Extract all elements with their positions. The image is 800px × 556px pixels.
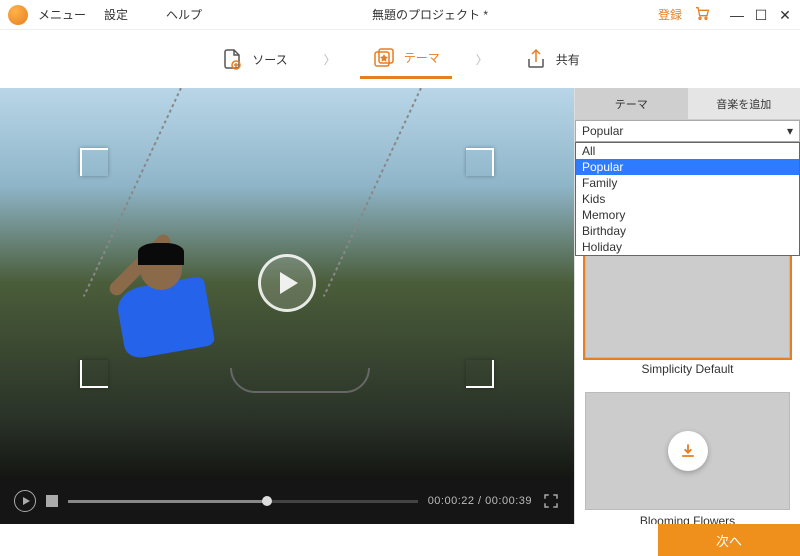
theme-caption: Blooming Flowers [585, 510, 790, 524]
player-controls: 00:00:22 / 00:00:39 [0, 478, 574, 524]
menu-menu[interactable]: メニュー [38, 6, 86, 23]
minimize-button[interactable]: — [730, 8, 744, 22]
theme-thumbnail[interactable] [585, 392, 790, 510]
step-source-label: ソース [252, 51, 287, 68]
dropdown-option[interactable]: Family [576, 175, 799, 191]
step-share-label: 共有 [556, 51, 580, 68]
step-share[interactable]: 共有 [512, 41, 592, 77]
cart-icon[interactable] [694, 5, 710, 24]
video-viewport[interactable] [0, 88, 574, 478]
source-icon [220, 47, 244, 71]
theme-icon [372, 46, 396, 70]
category-dropdown[interactable]: Popular ▾ All Popular Family Kids Memory… [575, 120, 800, 142]
theme-list: Simplicity Default Blooming Flowers [575, 240, 800, 524]
footer: 次へ [0, 524, 800, 556]
step-source[interactable]: ソース [208, 41, 299, 77]
window-title: 無題のプロジェクト * [202, 6, 658, 23]
tab-add-music[interactable]: 音楽を追加 [688, 88, 800, 120]
dropdown-option[interactable]: Birthday [576, 223, 799, 239]
app-logo [8, 5, 28, 25]
dropdown-option[interactable]: Popular [576, 159, 799, 175]
dropdown-options: All Popular Family Kids Memory Birthday … [575, 142, 800, 256]
main: 00:00:22 / 00:00:39 テーマ 音楽を追加 Popular ▾ … [0, 88, 800, 524]
menu-settings[interactable]: 設定 [104, 6, 128, 23]
chevron-down-icon: ▾ [787, 124, 793, 138]
menu-help[interactable]: ヘルプ [166, 6, 202, 23]
maximize-button[interactable]: ☐ [754, 8, 768, 22]
chevron-right-icon: 〉 [324, 51, 336, 68]
menubar: メニュー 設定 ヘルプ 無題のプロジェクト * 登録 — ☐ ✕ [0, 0, 800, 30]
stop-button[interactable] [46, 495, 58, 507]
preview-pane: 00:00:22 / 00:00:39 [0, 88, 574, 524]
dropdown-value: Popular [582, 124, 623, 138]
dropdown-option[interactable]: Memory [576, 207, 799, 223]
download-icon[interactable] [668, 431, 708, 471]
tab-theme[interactable]: テーマ [575, 88, 688, 120]
seek-slider[interactable] [68, 500, 418, 503]
close-button[interactable]: ✕ [778, 8, 792, 22]
play-overlay-button[interactable] [258, 254, 316, 312]
step-nav: ソース 〉 テーマ 〉 共有 [0, 30, 800, 88]
dropdown-option[interactable]: Kids [576, 191, 799, 207]
side-panel: テーマ 音楽を追加 Popular ▾ All Popular Family K… [574, 88, 800, 524]
share-icon [524, 47, 548, 71]
fullscreen-button[interactable] [542, 492, 560, 510]
next-button[interactable]: 次へ [658, 524, 800, 556]
dropdown-option[interactable]: Holiday [576, 239, 799, 255]
theme-item[interactable]: Simplicity Default [585, 240, 790, 384]
theme-item[interactable]: Blooming Flowers [585, 392, 790, 524]
step-theme[interactable]: テーマ [360, 40, 452, 79]
play-button[interactable] [14, 490, 36, 512]
chevron-right-icon: 〉 [476, 51, 488, 68]
register-link[interactable]: 登録 [658, 6, 682, 23]
dropdown-option[interactable]: All [576, 143, 799, 159]
theme-thumbnail[interactable] [585, 240, 790, 358]
step-theme-label: テーマ [404, 49, 440, 66]
time-display: 00:00:22 / 00:00:39 [428, 495, 532, 507]
theme-caption: Simplicity Default [585, 358, 790, 384]
